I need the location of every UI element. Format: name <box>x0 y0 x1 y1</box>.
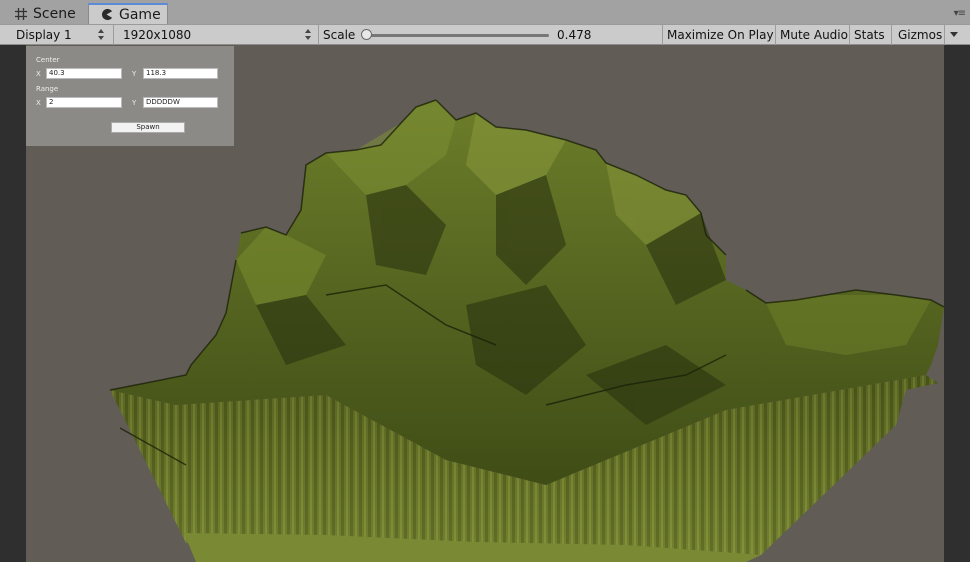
mute-audio-toggle[interactable]: Mute Audio <box>780 25 848 45</box>
divider <box>662 25 663 45</box>
scale-slider-handle[interactable] <box>361 29 372 40</box>
scale-label: Scale <box>323 28 356 42</box>
center-y-label: Y <box>132 70 137 78</box>
tab-game[interactable]: Game <box>88 3 168 24</box>
tab-scene[interactable]: Scene <box>6 3 86 24</box>
divider <box>891 25 892 45</box>
range-x-field[interactable]: 2 <box>46 97 122 108</box>
dropdown-arrows-icon <box>305 29 311 41</box>
chevron-down-icon <box>949 32 958 37</box>
tab-menu-icon[interactable]: ▾≡ <box>954 8 966 19</box>
stats-toggle[interactable]: Stats <box>854 25 885 45</box>
range-y-label: Y <box>132 99 137 107</box>
range-y-field[interactable]: DDDDDW <box>143 97 218 108</box>
center-y-field[interactable]: 118.3 <box>143 68 218 79</box>
scale-slider-track[interactable] <box>366 34 549 37</box>
pacman-icon <box>100 8 114 22</box>
tab-game-label: Game <box>119 6 161 23</box>
dropdown-arrows-icon <box>98 29 104 41</box>
maximize-on-play-toggle[interactable]: Maximize On Play <box>667 25 774 45</box>
center-x-label: X <box>36 70 41 78</box>
center-label: Center <box>36 56 60 64</box>
game-toolbar: Display 1 1920x1080 Scale 0.478 Maximize… <box>0 24 970 45</box>
scale-value: 0.478 <box>557 28 592 42</box>
range-x-label: X <box>36 99 41 107</box>
divider <box>113 25 114 45</box>
spawn-panel: Center X 40.3 Y 118.3 Range X 2 Y DDDDDW… <box>26 46 234 146</box>
display-dropdown[interactable]: Display 1 <box>4 25 110 45</box>
display-label: Display 1 <box>16 28 72 42</box>
divider <box>318 25 319 45</box>
center-x-field[interactable]: 40.3 <box>46 68 122 79</box>
tab-scene-label: Scene <box>33 5 76 22</box>
divider <box>775 25 776 45</box>
gizmos-dropdown-arrow[interactable] <box>945 25 962 45</box>
resolution-dropdown[interactable]: 1920x1080 <box>117 25 317 45</box>
range-label: Range <box>36 85 59 93</box>
gizmos-button[interactable]: Gizmos <box>898 25 942 45</box>
tab-bar: Scene Game ▾≡ <box>0 0 970 24</box>
spawn-button[interactable]: Spawn <box>111 122 185 133</box>
resolution-label: 1920x1080 <box>123 28 192 42</box>
divider <box>849 25 850 45</box>
grid-icon <box>14 7 28 21</box>
